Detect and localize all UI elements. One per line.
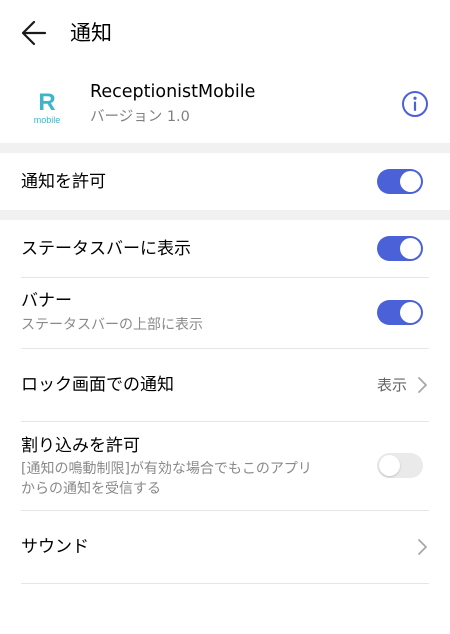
toggle-knob <box>400 238 421 259</box>
back-arrow-icon[interactable] <box>14 17 54 49</box>
allow-notifications-label: 通知を許可 <box>21 172 106 192</box>
page-title: 通知 <box>70 21 112 45</box>
section-separator <box>0 210 450 220</box>
app-info: R mobile ReceptionistMobile バージョン 1.0 <box>0 66 450 143</box>
chevron-right-icon <box>418 539 427 555</box>
app-logo: R mobile <box>34 89 61 125</box>
toggle-knob <box>379 455 400 476</box>
info-icon[interactable] <box>400 89 430 119</box>
status-bar-toggle[interactable] <box>377 236 423 261</box>
svg-text:mobile: mobile <box>34 115 61 125</box>
interrupt-description-line1: [通知の鳴動制限]が有効な場合でもこのアプリ <box>21 461 312 477</box>
interrupt-label: 割り込みを許可 <box>21 436 140 456</box>
status-bar-row[interactable]: ステータスバーに表示 <box>0 220 450 278</box>
sound-row[interactable]: サウンド <box>0 511 450 584</box>
banner-label: バナー <box>21 291 72 311</box>
banner-description: ステータスバーの上部に表示 <box>21 317 203 333</box>
interrupt-toggle[interactable] <box>377 453 423 478</box>
chevron-right-icon <box>418 377 427 393</box>
lock-screen-value: 表示 <box>376 376 407 394</box>
header-bar: 通知 <box>0 0 450 66</box>
lock-screen-row[interactable]: ロック画面での通知 表示 <box>0 349 450 422</box>
banner-row[interactable]: バナー ステータスバーの上部に表示 <box>0 278 450 349</box>
app-version: バージョン 1.0 <box>90 109 190 125</box>
sound-label: サウンド <box>21 537 89 557</box>
allow-notifications-row[interactable]: 通知を許可 <box>0 153 450 210</box>
toggle-knob <box>400 171 421 192</box>
divider <box>21 583 429 584</box>
app-name: ReceptionistMobile <box>90 82 256 102</box>
allow-notifications-toggle[interactable] <box>377 169 423 194</box>
lock-screen-label: ロック画面での通知 <box>21 375 174 395</box>
banner-toggle[interactable] <box>377 300 423 325</box>
toggle-knob <box>400 302 421 323</box>
svg-text:R: R <box>38 89 55 116</box>
status-bar-label: ステータスバーに表示 <box>21 239 191 259</box>
section-separator <box>0 143 450 153</box>
interrupt-description-line2: からの通知を受信する <box>21 481 161 497</box>
interrupt-row[interactable]: 割り込みを許可 [通知の鳴動制限]が有効な場合でもこのアプリ からの通知を受信す… <box>0 422 450 511</box>
